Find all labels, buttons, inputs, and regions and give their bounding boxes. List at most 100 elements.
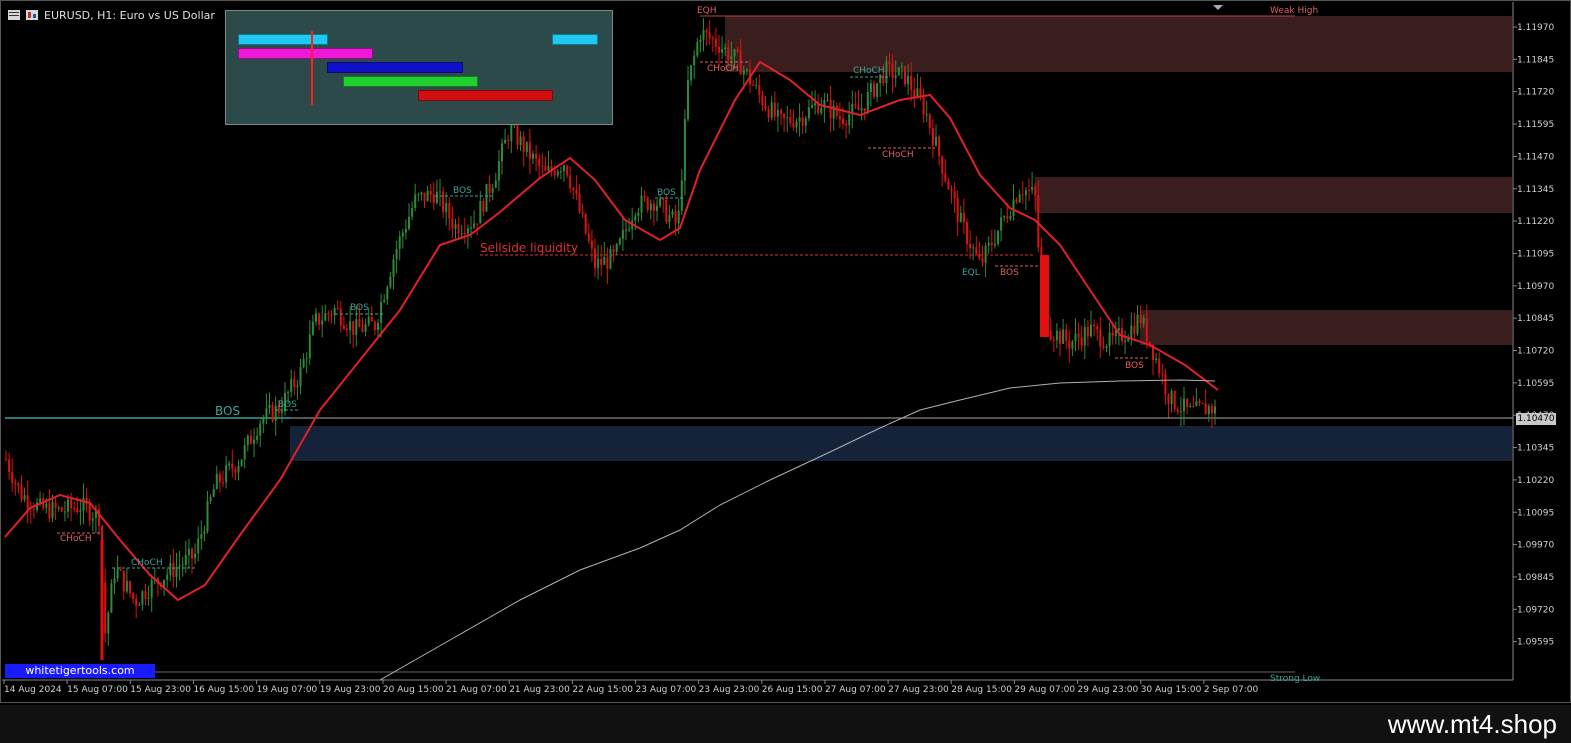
candle-body — [767, 109, 770, 118]
candle-body — [944, 173, 947, 181]
price-tick-label: 1.10345 — [1517, 444, 1554, 454]
price-tick-label: 1.09845 — [1517, 573, 1554, 583]
time-tick-label: 2 Sep 07:00 — [1204, 685, 1259, 695]
candle-body — [935, 136, 937, 146]
choch-label: CHoCH — [131, 558, 163, 568]
candle-body — [1124, 341, 1127, 343]
bos-label: BOS — [350, 303, 369, 313]
candle-body — [978, 253, 981, 259]
brand-badge[interactable]: whitetigertools.com — [5, 664, 155, 678]
candle-body — [346, 328, 348, 331]
candle-body — [969, 243, 972, 249]
candle-body — [228, 463, 231, 466]
bos-label: BOS — [657, 188, 676, 198]
candle-body — [383, 299, 386, 302]
candle-body — [249, 435, 252, 444]
candle-body — [91, 518, 94, 521]
panel-bar-red — [418, 90, 553, 101]
time-tick-label: 19 Aug 23:00 — [320, 685, 381, 695]
candle-body — [873, 83, 875, 97]
candle-body — [212, 489, 215, 497]
candle-body — [476, 223, 479, 225]
candle-body — [1055, 330, 1058, 341]
candle-body — [904, 66, 906, 85]
candle-body — [203, 531, 206, 535]
candle-body — [82, 497, 85, 511]
candle-body — [922, 97, 925, 115]
candle-body — [1117, 328, 1120, 331]
candle-body — [429, 190, 432, 195]
candle-body — [702, 30, 705, 40]
candle-body — [587, 233, 590, 241]
candle-body — [857, 105, 860, 111]
candle-body — [776, 109, 779, 117]
candle-body — [525, 141, 528, 153]
price-tick-label: 1.11595 — [1517, 120, 1554, 130]
candle-body — [256, 435, 259, 440]
candle-body — [1170, 391, 1173, 404]
candle-body — [866, 92, 869, 112]
candle-body — [470, 227, 472, 229]
time-tick-label: 21 Aug 07:00 — [446, 685, 507, 695]
candle-body — [187, 548, 190, 555]
candle-body — [984, 245, 987, 263]
candle-body — [1080, 337, 1083, 346]
candle-body — [528, 141, 531, 159]
candle-body — [491, 187, 494, 193]
price-tick-label: 1.10970 — [1517, 282, 1554, 292]
candle-body — [48, 503, 51, 519]
time-tick-label: 27 Aug 07:00 — [825, 685, 886, 695]
candle-body — [110, 583, 113, 613]
session-panel — [225, 10, 613, 125]
candle-body — [690, 65, 693, 81]
candle-body — [913, 89, 916, 97]
chart-window-icon[interactable] — [8, 10, 20, 20]
candle-body — [835, 105, 838, 116]
candle-body — [420, 192, 423, 195]
candle-body — [1214, 406, 1216, 414]
candle-body — [45, 503, 48, 508]
candle-body — [556, 171, 559, 176]
candle-body — [780, 109, 782, 114]
candle-body — [640, 195, 643, 213]
candle-body — [953, 191, 956, 198]
time-tick-label: 22 Aug 15:00 — [572, 685, 633, 695]
candle-body — [770, 102, 773, 118]
time-tick-label: 15 Aug 23:00 — [130, 685, 191, 695]
candle-body — [674, 211, 677, 224]
chart-restore-icon[interactable] — [26, 10, 38, 20]
candle-body — [928, 114, 931, 129]
candle-body — [1186, 398, 1189, 407]
eql-label: EQL — [962, 268, 980, 278]
candle-body — [423, 192, 426, 202]
candle-body — [566, 165, 569, 176]
candle-body — [758, 84, 761, 95]
candle-body — [439, 191, 441, 193]
candle-body — [848, 114, 851, 126]
candle-body — [1083, 326, 1086, 346]
candle-body — [925, 114, 928, 116]
candle-body — [225, 465, 228, 483]
candle-body — [386, 287, 389, 300]
candle-body — [209, 496, 212, 502]
candle-body — [460, 233, 463, 235]
candle-body — [993, 243, 996, 245]
candle-body — [32, 509, 35, 511]
candle-body — [311, 321, 314, 335]
candle-body — [1195, 401, 1198, 407]
watermark-bar — [0, 705, 1571, 743]
candle-body — [454, 224, 457, 229]
candle-body — [184, 554, 187, 565]
candle-body — [519, 136, 522, 146]
candle-body — [473, 223, 476, 228]
candle-body — [485, 183, 488, 212]
time-tick-label: 30 Aug 15:00 — [1141, 685, 1202, 695]
supply-zone-mid — [1035, 177, 1512, 213]
candle-body — [73, 508, 76, 510]
time-tick-label: 23 Aug 23:00 — [699, 685, 760, 695]
candle-body — [786, 117, 789, 119]
candle-body — [1099, 329, 1102, 347]
candle-body — [377, 322, 379, 330]
candle-body — [5, 459, 7, 461]
candle-body — [897, 67, 900, 76]
